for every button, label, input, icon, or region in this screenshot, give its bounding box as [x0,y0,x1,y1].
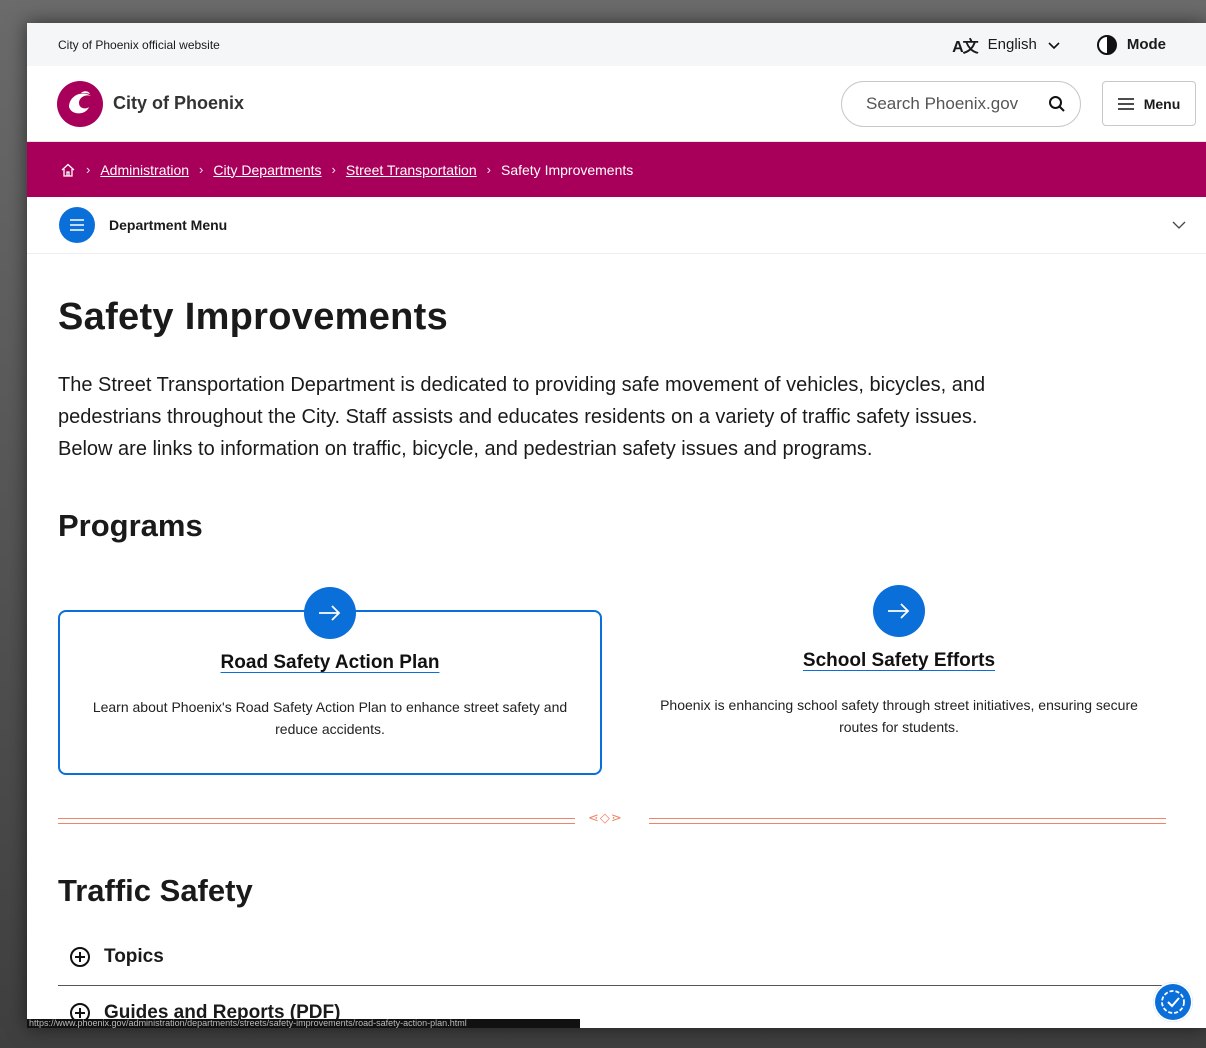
hamburger-icon [1117,97,1134,110]
utility-controls: A文 English Mode [952,33,1166,57]
accessibility-check-icon [1161,990,1185,1014]
divider-ornament-icon: ⋖◇⋗ [588,810,623,825]
program-card-title[interactable]: School Safety Efforts [803,650,995,672]
arrow-right-icon [304,587,356,639]
search-icon[interactable] [1048,95,1066,113]
menu-button[interactable]: Menu [1102,81,1196,126]
language-selector[interactable]: A文 English [952,33,1061,57]
page-title: Safety Improvements [58,296,449,338]
contrast-icon [1096,34,1117,55]
accessibility-button[interactable] [1153,982,1193,1022]
plus-circle-icon [70,947,90,967]
breadcrumb-separator: › [486,162,491,177]
browser-viewport: City of Phoenix official website A文 Engl… [27,23,1206,1028]
program-card[interactable]: Road Safety Action Plan Learn about Phoe… [58,587,602,775]
screen-frame: City of Phoenix official website A文 Engl… [0,0,1206,1048]
phoenix-logo-icon [57,80,103,127]
divider-line [58,818,575,824]
arrow-right-icon [873,585,925,637]
department-menu-toggle[interactable]: Department Menu [59,207,227,243]
status-url: https://www.phoenix.gov/administration/d… [27,1019,580,1028]
search-box [841,80,1081,127]
breadcrumb-street-transportation[interactable]: Street Transportation [346,162,477,178]
accordion-topics[interactable]: Topics [58,929,1168,986]
utility-bar: City of Phoenix official website A文 Engl… [27,23,1206,66]
breadcrumb-separator: › [331,162,336,177]
mode-label: Mode [1126,36,1166,53]
programs-heading: Programs [58,508,203,543]
program-card-title[interactable]: Road Safety Action Plan [221,652,440,674]
brand-name: City of Phoenix [113,93,245,113]
breadcrumb-administration[interactable]: Administration [100,162,189,178]
chevron-down-icon[interactable] [1172,218,1186,232]
department-menu[interactable]: Department Menu [27,197,1206,254]
menu-label: Menu [1143,95,1181,112]
official-site-label: City of Phoenix official website [58,37,220,52]
header-actions: Menu [841,80,1196,127]
breadcrumb-current: Safety Improvements [500,161,634,178]
accordion-label: Topics [104,946,164,967]
divider-line [649,818,1166,824]
language-label: English [987,36,1037,53]
breadcrumb: › Administration › City Departments › St… [27,142,1206,197]
translate-icon: A文 [952,38,979,56]
program-card-description: Learn about Phoenix's Road Safety Action… [92,699,568,737]
program-card[interactable]: School Safety Efforts Phoenix is enhanci… [627,585,1171,775]
section-divider: ⋖◇⋗ [58,810,1168,832]
program-card-description: Phoenix is enhancing school safety throu… [660,697,1138,735]
breadcrumb-separator: › [86,162,91,177]
breadcrumb-separator: › [199,162,204,177]
site-header: City of Phoenix Menu [27,66,1206,142]
breadcrumb-city-departments[interactable]: City Departments [213,162,321,178]
brand-link[interactable]: City of Phoenix [57,80,245,127]
home-icon[interactable] [60,162,76,178]
chevron-down-icon [1048,41,1060,49]
mode-toggle[interactable]: Mode [1096,34,1166,55]
traffic-safety-heading: Traffic Safety [58,873,253,908]
department-menu-label: Department Menu [109,217,228,233]
list-icon [59,207,95,243]
search-input[interactable] [864,92,1048,115]
intro-paragraph: The Street Transportation Department is … [58,374,986,460]
main-content: Safety Improvements The Street Transport… [27,296,1206,1028]
program-cards: Road Safety Action Plan Learn about Phoe… [58,585,1171,776]
